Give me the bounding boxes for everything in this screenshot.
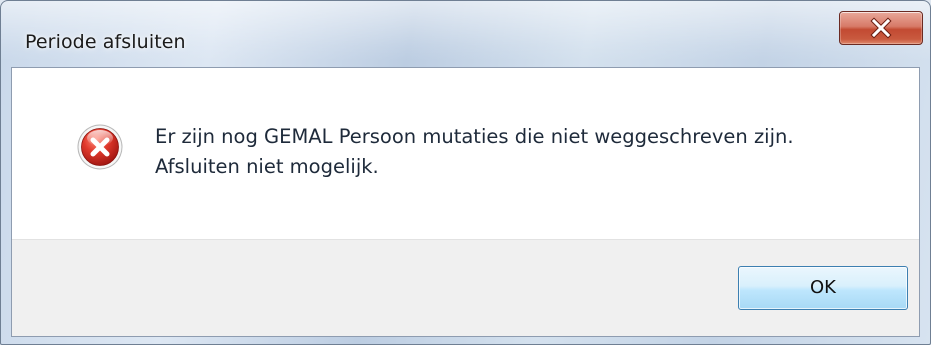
message-line: Er zijn nog GEMAL Persoon mutaties die n… bbox=[155, 125, 794, 148]
error-message: Er zijn nog GEMAL Persoon mutaties die n… bbox=[155, 122, 895, 182]
message-area: Er zijn nog GEMAL Persoon mutaties die n… bbox=[12, 68, 919, 239]
dialog-window: Periode afsluiten Er zijn nog GEMAL Pers… bbox=[0, 0, 931, 345]
window-title: Periode afsluiten bbox=[25, 31, 186, 53]
close-button[interactable] bbox=[839, 11, 923, 45]
button-area: OK bbox=[12, 239, 919, 336]
ok-button[interactable]: OK bbox=[738, 266, 908, 310]
title-bar[interactable]: Periode afsluiten bbox=[1, 1, 930, 67]
close-icon bbox=[870, 17, 892, 39]
dialog-content: Er zijn nog GEMAL Persoon mutaties die n… bbox=[11, 67, 920, 337]
error-icon bbox=[77, 124, 123, 170]
message-line: Afsluiten niet mogelijk. bbox=[155, 155, 379, 178]
